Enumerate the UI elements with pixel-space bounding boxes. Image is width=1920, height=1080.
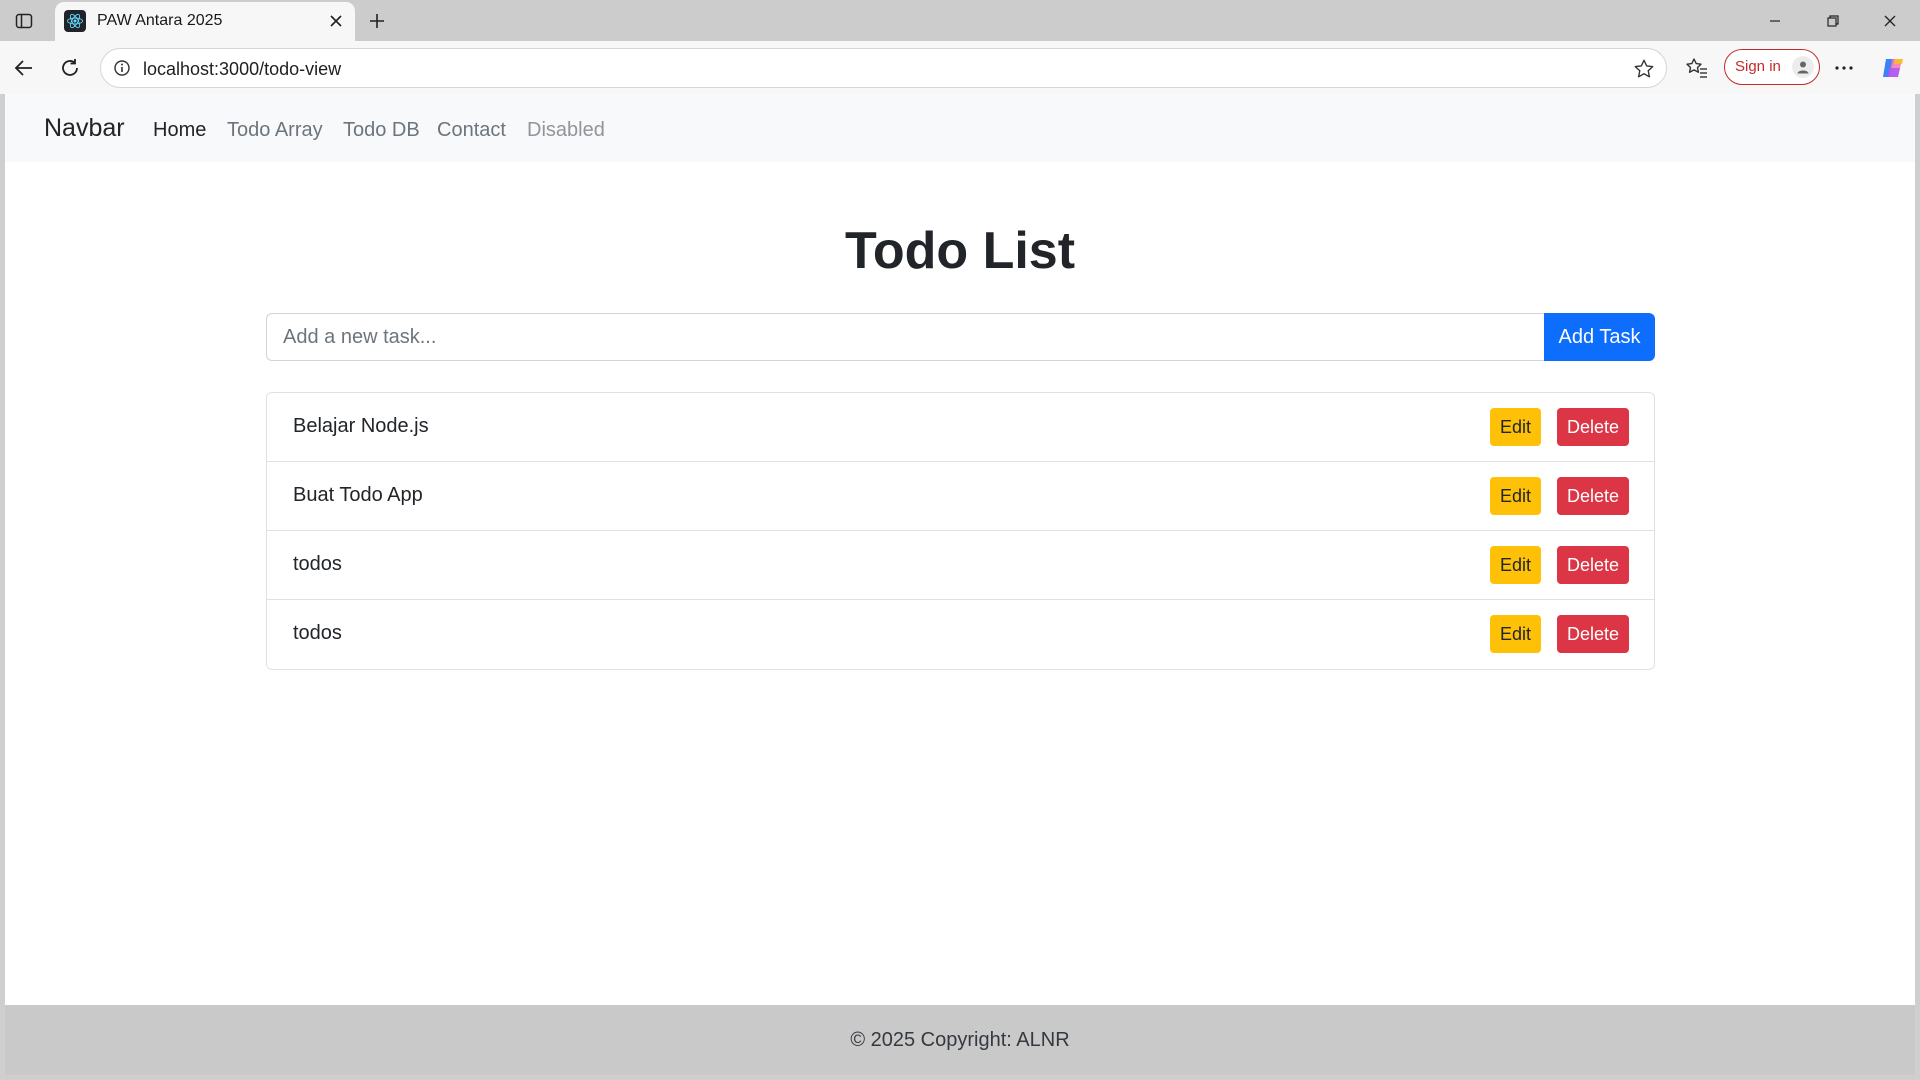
close-tab-icon[interactable] — [325, 10, 347, 32]
plus-icon[interactable] — [364, 8, 390, 34]
nav-link-todo-array[interactable]: Todo Array — [227, 119, 323, 142]
navbar-brand[interactable]: Navbar — [44, 114, 125, 143]
footer-copyright: © 2025 Copyright: ALNR — [850, 1029, 1070, 1051]
todo-item: todos Edit Delete — [267, 531, 1654, 600]
back-icon[interactable] — [10, 54, 38, 82]
delete-button[interactable]: Delete — [1557, 477, 1629, 515]
todo-text: todos — [293, 553, 342, 575]
url-text[interactable]: localhost:3000/todo-view — [143, 59, 341, 80]
delete-button[interactable]: Delete — [1557, 546, 1629, 584]
new-task-input[interactable] — [266, 313, 1545, 361]
react-icon — [64, 10, 86, 32]
star-icon[interactable] — [1632, 57, 1656, 81]
info-icon[interactable] — [111, 57, 133, 79]
edit-button[interactable]: Edit — [1490, 477, 1541, 515]
favorites-icon[interactable] — [1683, 54, 1711, 82]
todo-item: Buat Todo App Edit Delete — [267, 462, 1654, 531]
edit-button[interactable]: Edit — [1490, 546, 1541, 584]
footer: © 2025 Copyright: ALNR — [5, 1005, 1915, 1075]
sidebar-toggle-icon[interactable] — [12, 9, 36, 33]
nav-link-contact[interactable]: Contact — [437, 119, 506, 142]
copilot-icon[interactable] — [1879, 54, 1907, 82]
todo-list: Belajar Node.js Edit Delete Buat Todo Ap… — [266, 392, 1655, 670]
sign-in-label: Sign in — [1735, 58, 1781, 75]
navbar: Navbar Home Todo Array Todo DB Contact D… — [5, 94, 1915, 162]
nav-link-todo-db[interactable]: Todo DB — [343, 119, 420, 142]
close-window-icon[interactable] — [1870, 8, 1910, 34]
address-bar[interactable]: localhost:3000/todo-view — [100, 48, 1667, 88]
page-title: Todo List — [844, 222, 1076, 280]
edit-button[interactable]: Edit — [1490, 408, 1541, 446]
page-viewport: Navbar Home Todo Array Todo DB Contact D… — [5, 94, 1915, 1075]
delete-button[interactable]: Delete — [1557, 615, 1629, 653]
todo-item: todos Edit Delete — [267, 600, 1654, 669]
browser-tab[interactable]: PAW Antara 2025 — [55, 2, 355, 41]
todo-text: todos — [293, 622, 342, 644]
more-icon[interactable] — [1830, 54, 1858, 82]
refresh-icon[interactable] — [56, 54, 84, 82]
add-task-button[interactable]: Add Task — [1544, 313, 1655, 361]
todo-text: Belajar Node.js — [293, 415, 429, 437]
tab-title: PAW Antara 2025 — [97, 12, 223, 29]
todo-text: Buat Todo App — [293, 484, 423, 506]
nav-link-home[interactable]: Home — [153, 119, 206, 142]
delete-button[interactable]: Delete — [1557, 408, 1629, 446]
profile-icon — [1792, 56, 1814, 78]
browser-tab-strip: PAW Antara 2025 — [0, 0, 1920, 41]
restore-icon[interactable] — [1813, 8, 1853, 34]
sign-in-button[interactable]: Sign in — [1724, 49, 1820, 85]
nav-link-disabled: Disabled — [527, 119, 605, 141]
browser-toolbar: localhost:3000/todo-view Sign in — [0, 41, 1920, 94]
edit-button[interactable]: Edit — [1490, 615, 1541, 653]
minimize-icon[interactable] — [1755, 8, 1795, 34]
todo-item: Belajar Node.js Edit Delete — [267, 393, 1654, 462]
